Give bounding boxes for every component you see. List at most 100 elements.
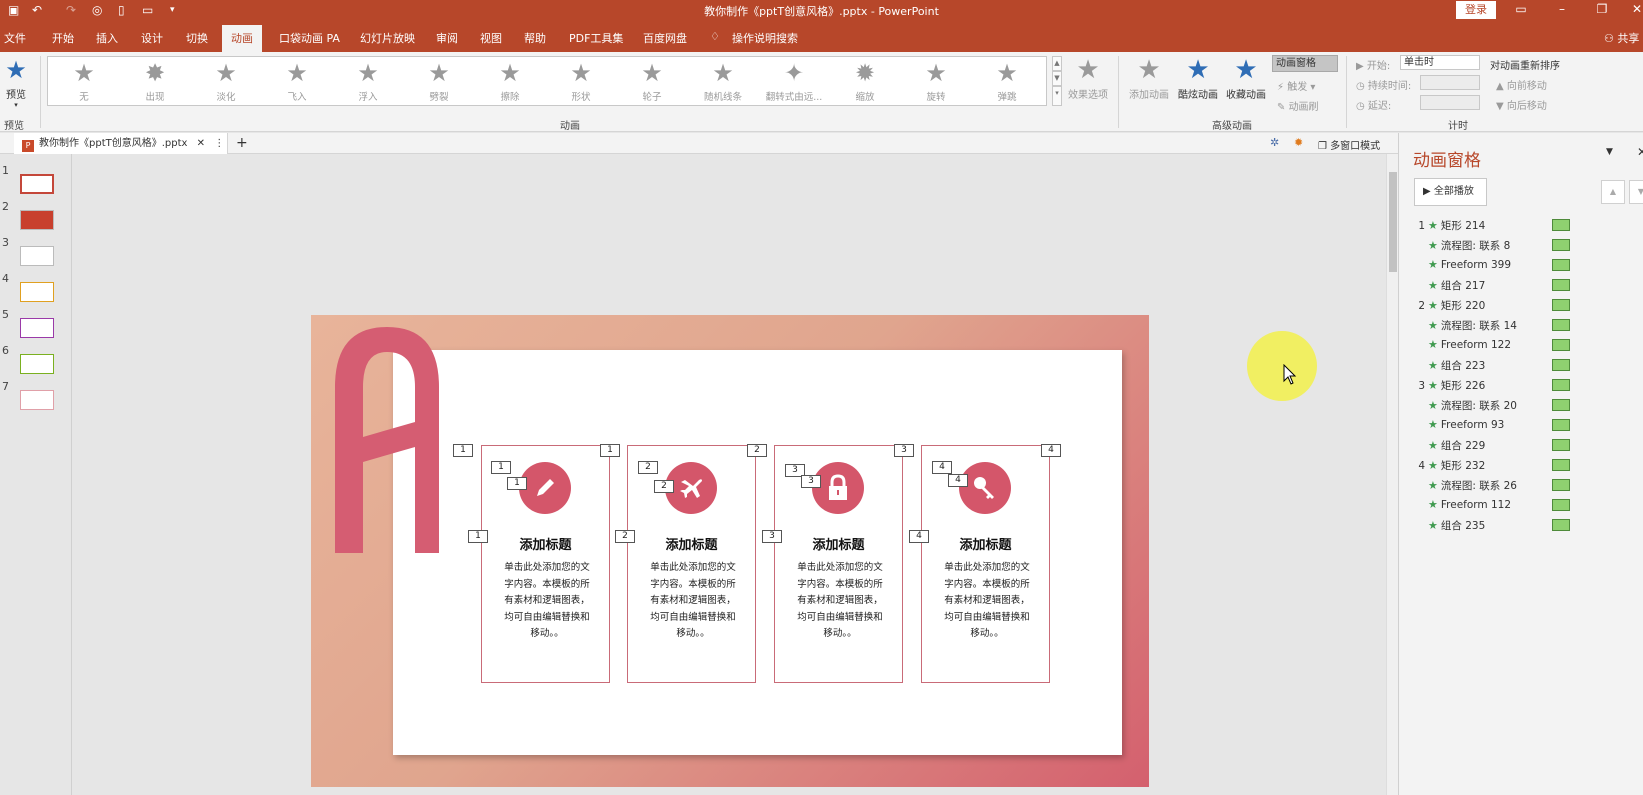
share-button[interactable]: ⚇ 共享 [1604,30,1639,46]
animation-tag[interactable]: 4 [909,530,929,543]
slide-thumbnail[interactable] [20,354,54,374]
gear-icon[interactable]: ✹ [1294,136,1303,149]
scrollbar-thumb[interactable] [1389,172,1397,272]
animation-bounce[interactable]: ★ 弹跳 [977,57,1037,103]
tell-me-search[interactable]: 操作说明搜索 [732,30,798,46]
animation-tag[interactable]: 3 [894,444,914,457]
slide-thumbnail[interactable] [20,174,54,194]
card-4[interactable]: 添加标题 单击此处添加您的文字内容。本模板的所有素材和逻辑图表，均可自由编辑替换… [921,445,1050,683]
timeline-bar[interactable] [1552,399,1570,411]
animation-appear[interactable]: ✸ 出现 [125,57,185,103]
slide-thumbnail[interactable] [20,246,54,266]
tab-pocket-animation[interactable]: 口袋动画 PA [279,30,340,46]
animation-split[interactable]: ★ 劈裂 [409,57,469,103]
gallery-scroll-down[interactable]: ▼ [1052,71,1062,86]
animation-fly-in[interactable]: ★ 飞入 [267,57,327,103]
animation-tag[interactable]: 1 [453,444,473,457]
animation-item[interactable]: 1 ★ 矩形 214 [1415,218,1570,233]
animation-tag[interactable]: 4 [1041,444,1061,457]
animation-tag[interactable]: 2 [638,461,658,474]
animation-tag[interactable]: 4 [948,474,968,487]
letter-a-graphic[interactable] [335,327,439,553]
animation-item[interactable]: ★ 组合 229 [1415,438,1570,453]
animation-item[interactable]: ★ Freeform 399 [1415,258,1570,271]
tab-menu-icon[interactable]: ⋮ [214,138,224,149]
animation-item[interactable]: ★ 流程图: 联系 14 [1415,318,1570,333]
timeline-bar[interactable] [1552,299,1570,311]
animation-swivel[interactable]: ★ 旋转 [906,57,966,103]
duration-input[interactable] [1420,75,1480,90]
animation-float-in[interactable]: ★ 浮入 [338,57,398,103]
slide-thumbnail[interactable] [20,210,54,230]
timeline-bar[interactable] [1552,459,1570,471]
animation-tag[interactable]: 4 [932,461,952,474]
timeline-bar[interactable] [1552,219,1570,231]
new-tab-icon[interactable]: + [236,135,248,151]
tab-view[interactable]: 视图 [480,30,502,46]
timeline-bar[interactable] [1552,419,1570,431]
slide-thumbnail[interactable] [20,282,54,302]
gallery-scroll-up[interactable]: ▲ [1052,56,1062,71]
animation-item[interactable]: ★ Freeform 122 [1415,338,1570,351]
animation-item[interactable]: ★ 流程图: 联系 26 [1415,478,1570,493]
animation-zoom[interactable]: ✹ 缩放 [835,57,895,103]
tab-home[interactable]: 开始 [52,30,74,46]
preview-button[interactable]: ★ 预览 ▾ [2,54,30,109]
animation-item[interactable]: ★ 流程图: 联系 8 [1415,238,1570,253]
restore-icon[interactable]: ❐ [1593,2,1611,16]
timeline-bar[interactable] [1552,319,1570,331]
animation-item[interactable]: ★ Freeform 112 [1415,498,1570,511]
card-2[interactable]: 添加标题 单击此处添加您的文字内容。本模板的所有素材和逻辑图表，均可自由编辑替换… [627,445,756,683]
multi-window-button[interactable]: ❐ 多窗口模式 [1318,137,1380,152]
tab-design[interactable]: 设计 [141,30,163,46]
animation-wipe[interactable]: ★ 擦除 [480,57,540,103]
animation-item[interactable]: ★ 流程图: 联系 20 [1415,398,1570,413]
animation-item[interactable]: ★ Freeform 93 [1415,418,1570,431]
timeline-bar[interactable] [1552,499,1570,511]
pane-options-icon[interactable]: ▼ [1606,147,1613,157]
tab-slideshow[interactable]: 幻灯片放映 [360,30,415,46]
animation-tag[interactable]: 1 [507,477,527,490]
animation-tag[interactable]: 3 [762,530,782,543]
animation-fade[interactable]: ★ 淡化 [196,57,256,103]
tab-baidu-netdisk[interactable]: 百度网盘 [643,30,687,46]
timeline-bar[interactable] [1552,479,1570,491]
close-pane-icon[interactable]: ✕ [1637,145,1643,159]
card-3[interactable]: 添加标题 单击此处添加您的文字内容。本模板的所有素材和逻辑图表，均可自由编辑替换… [774,445,903,683]
current-slide[interactable]: 添加标题 单击此处添加您的文字内容。本模板的所有素材和逻辑图表，均可自由编辑替换… [311,315,1149,787]
animation-tag[interactable]: 1 [491,461,511,474]
tab-insert[interactable]: 插入 [96,30,118,46]
move-earlier-button[interactable]: ▲ 向前移动 [1496,77,1547,92]
effect-options-button[interactable]: ★ 效果选项 [1066,54,1110,101]
card-1[interactable]: 添加标题 单击此处添加您的文字内容。本模板的所有素材和逻辑图表，均可自由编辑替换… [481,445,610,683]
tab-help[interactable]: 帮助 [524,30,546,46]
tab-file[interactable]: 文件 [4,30,26,46]
animation-item[interactable]: ★ 组合 217 [1415,278,1570,293]
animation-item[interactable]: 2 ★ 矩形 220 [1415,298,1570,313]
vertical-scrollbar[interactable] [1386,154,1398,795]
timeline-bar[interactable] [1552,339,1570,351]
animation-tag[interactable]: 1 [468,530,488,543]
animation-random-bars[interactable]: ★ 随机线条 [693,57,753,103]
tab-pdf-tools[interactable]: PDF工具集 [569,30,623,46]
cool-animation-button[interactable]: ★ 酷炫动画 [1176,54,1220,101]
animation-grow-turn[interactable]: ✦ 翻转式由远... [764,57,824,103]
animation-item[interactable]: ★ 组合 223 [1415,358,1570,373]
animation-tag[interactable]: 3 [801,475,821,488]
move-later-button[interactable]: ▼ 向后移动 [1496,97,1547,112]
animation-pane-button[interactable]: 动画窗格 [1272,55,1338,72]
animation-item[interactable]: 3 ★ 矩形 226 [1415,378,1570,393]
ribbon-display-icon[interactable]: ▭ [1512,2,1530,16]
gallery-more[interactable]: ▾ [1052,86,1062,106]
move-up-button[interactable]: ▲ [1601,180,1625,204]
tab-review[interactable]: 审阅 [436,30,458,46]
close-tab-icon[interactable]: ✕ [197,138,205,149]
animation-tag[interactable]: 2 [654,480,674,493]
animation-tag[interactable]: 2 [615,530,635,543]
animation-tag[interactable]: 1 [600,444,620,457]
login-button[interactable]: 登录 [1456,1,1496,19]
start-select[interactable]: 单击时 [1400,55,1480,70]
timeline-bar[interactable] [1552,359,1570,371]
animation-item[interactable]: ★ 组合 235 [1415,518,1570,533]
slide-thumbnail[interactable] [20,390,54,410]
